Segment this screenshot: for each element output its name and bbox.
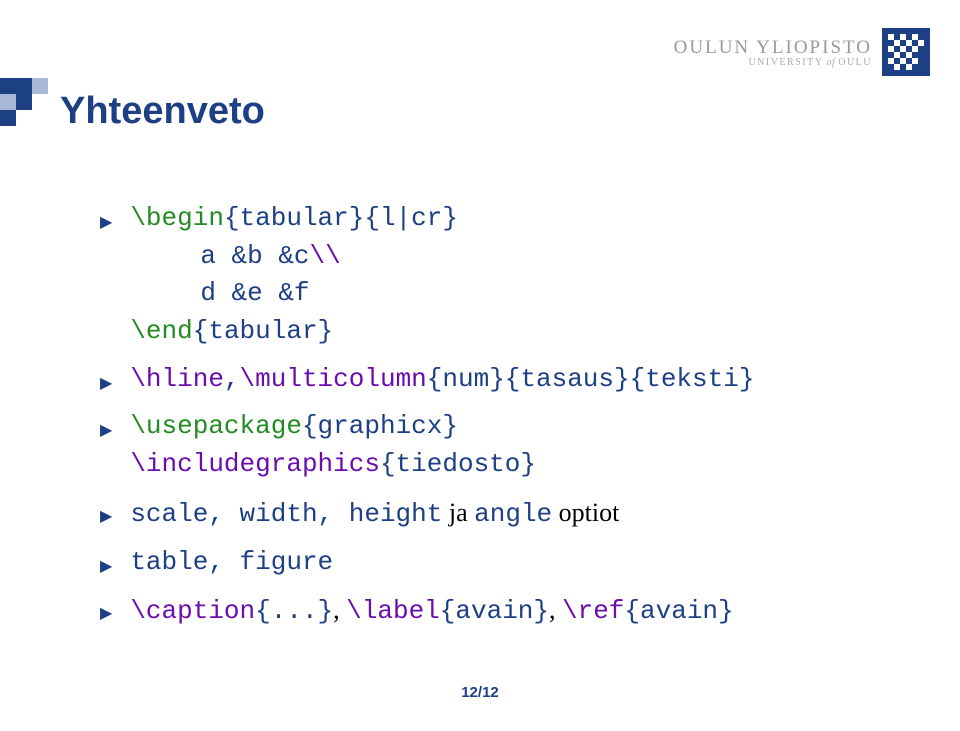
- code-segment: ,: [224, 364, 240, 394]
- code-segment: d &e &f: [200, 278, 309, 308]
- page-number: 12/12: [0, 684, 960, 701]
- code-segment: \hline: [130, 364, 224, 394]
- code-segment: \usepackage: [130, 411, 302, 441]
- code-line: \hline,\multicolumn{num}{tasaus}{teksti}: [130, 361, 900, 399]
- code-segment: {tiedosto}: [380, 449, 536, 479]
- code-segment: \includegraphics: [130, 449, 380, 479]
- code-segment: \multicolumn: [240, 364, 427, 394]
- code-line: \includegraphics{tiedosto}: [130, 446, 900, 484]
- code-segment: {avain}: [624, 596, 733, 626]
- code-segment: angle: [474, 499, 552, 529]
- code-line: \begin{tabular}{l|cr}: [130, 200, 900, 238]
- bullet-marker-icon: ▶: [100, 372, 112, 396]
- logo-main-text: OULUN YLIOPISTO: [674, 37, 872, 59]
- code-line: \usepackage{graphicx}: [130, 408, 900, 446]
- code-segment: scale, width, height: [130, 499, 442, 529]
- code-line: table, figure: [130, 544, 900, 582]
- code-segment: {num}{tasaus}{teksti}: [427, 364, 755, 394]
- bullet-item: ▶\usepackage{graphicx}\includegraphics{t…: [100, 408, 900, 483]
- code-line: a &b &c\\: [200, 238, 900, 276]
- bullet-body: \begin{tabular}{l|cr}a &b &c\\d &e &f\en…: [130, 200, 900, 351]
- code-segment: \caption: [130, 596, 255, 626]
- code-segment: {...}: [255, 596, 333, 626]
- code-segment: optiot: [552, 498, 619, 527]
- bullet-item: ▶\begin{tabular}{l|cr}a &b &c\\d &e &f\e…: [100, 200, 900, 351]
- bullet-body: \usepackage{graphicx}\includegraphics{ti…: [130, 408, 900, 483]
- code-segment: table, figure: [130, 547, 333, 577]
- code-line: d &e &f: [200, 275, 900, 313]
- bullet-marker-icon: ▶: [100, 419, 112, 443]
- code-segment: ,: [549, 595, 562, 624]
- code-line: \end{tabular}: [130, 313, 900, 351]
- code-line: scale, width, height ja angle optiot: [130, 494, 900, 534]
- bullet-item: ▶\caption{...}, \label{avain}, \ref{avai…: [100, 591, 900, 631]
- slide-title: Yhteenveto: [60, 90, 265, 133]
- bullet-marker-icon: ▶: [100, 211, 112, 235]
- bullet-marker-icon: ▶: [100, 505, 112, 529]
- code-segment: {tabular}{l|cr}: [224, 203, 458, 233]
- bullet-body: \hline,\multicolumn{num}{tasaus}{teksti}: [130, 361, 900, 399]
- code-segment: \label: [346, 596, 440, 626]
- code-segment: ,: [333, 595, 346, 624]
- bullet-item: ▶ scale, width, height ja angle optiot: [100, 494, 900, 534]
- code-segment: \end: [130, 316, 192, 346]
- slide-content: ▶\begin{tabular}{l|cr}a &b &c\\d &e &f\e…: [100, 200, 900, 641]
- code-segment: \ref: [562, 596, 624, 626]
- bullet-body: \caption{...}, \label{avain}, \ref{avain…: [130, 591, 900, 631]
- code-segment: ja: [442, 498, 474, 527]
- bullet-body: scale, width, height ja angle optiot: [130, 494, 900, 534]
- code-segment: \\: [310, 241, 341, 271]
- bullet-body: table, figure: [130, 544, 900, 582]
- code-segment: a &b &c: [200, 241, 309, 271]
- code-segment: \begin: [130, 203, 224, 233]
- bullet-marker-icon: ▶: [100, 602, 112, 626]
- bullet-marker-icon: ▶: [100, 555, 112, 579]
- university-glyph-icon: [882, 28, 930, 76]
- corner-decoration-icon: [0, 78, 50, 128]
- university-logo: OULUN YLIOPISTO UNIVERSITY of OULU: [674, 28, 930, 76]
- code-segment: {avain}: [440, 596, 549, 626]
- bullet-item: ▶ \hline,\multicolumn{num}{tasaus}{teksti…: [100, 361, 900, 399]
- code-segment: {tabular}: [193, 316, 333, 346]
- code-segment: {graphicx}: [302, 411, 458, 441]
- logo-text: OULUN YLIOPISTO UNIVERSITY of OULU: [674, 37, 872, 68]
- code-line: \caption{...}, \label{avain}, \ref{avain…: [130, 591, 900, 631]
- bullet-item: ▶ table, figure: [100, 544, 900, 582]
